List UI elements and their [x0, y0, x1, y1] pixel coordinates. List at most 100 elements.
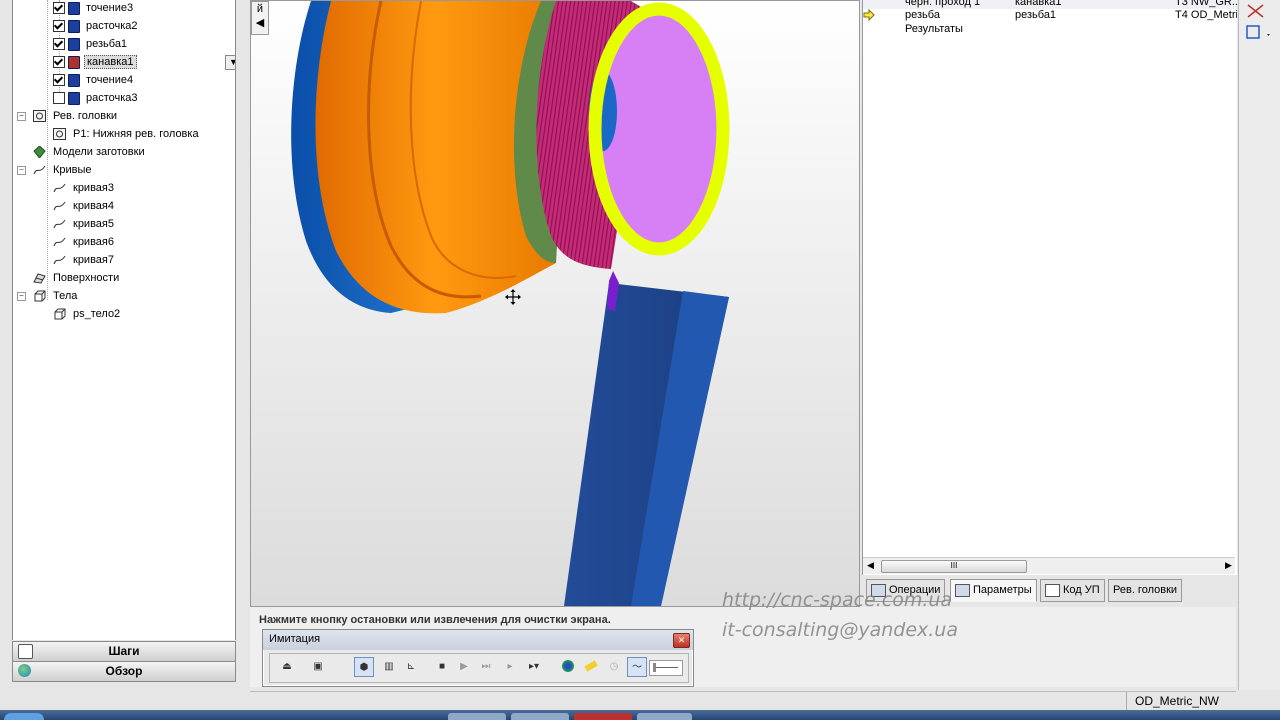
shaded-view-icon[interactable]: ⬢ [354, 657, 374, 677]
axis-tool-icon[interactable] [1245, 2, 1267, 20]
solid-body-icon [54, 308, 66, 320]
play-icon[interactable]: ▶ [454, 657, 474, 677]
collapse-toggle[interactable]: − [17, 112, 26, 121]
turning-op-icon [68, 73, 80, 87]
dialog-close-button[interactable]: ✕ [673, 633, 690, 648]
ops-list-row-current[interactable]: резьба резьба1 T4 OD_Metric [863, 8, 1237, 22]
tab-parameters[interactable]: Параметры [950, 579, 1037, 602]
operations-list-panel: черн. проход 1 канавка1 T3 NW_GR... резь… [862, 0, 1237, 575]
checkbox[interactable] [53, 74, 65, 87]
boring-op-icon [68, 19, 80, 33]
tab-nc-code[interactable]: Код УП [1040, 579, 1105, 602]
horizontal-scrollbar[interactable]: ◀ III ▶ [863, 557, 1235, 574]
taskbar-item[interactable] [574, 713, 632, 720]
step-mode-dropdown-icon[interactable]: ▸▾ [524, 657, 544, 677]
right-toolbar [1238, 0, 1280, 690]
fast-forward-icon[interactable]: ⏭ [476, 657, 496, 677]
tree-op-item[interactable]: расточка3 [53, 89, 140, 107]
speed-slider[interactable] [649, 660, 683, 676]
taskbar-item[interactable] [448, 713, 506, 720]
simulation-dialog: Имитация ✕ ⏏ ▣ ⬢ ▥ ⊾ ■ ▶ ⏭ ▸ ▸▾ ◷ 〜 [262, 629, 694, 687]
selection-tool-icon[interactable] [1245, 22, 1273, 42]
slider-thumb[interactable] [653, 663, 656, 672]
tree-op-item-selected[interactable]: канавка1 [53, 53, 137, 71]
status-bar: OD_Metric_NW [250, 691, 1236, 710]
move-cursor-icon [505, 289, 521, 305]
machining-simulation-render [291, 1, 730, 606]
scroll-left-icon[interactable]: ◀ [867, 560, 874, 571]
axes-icon[interactable]: ⊾ [401, 657, 421, 677]
collapse-toggle[interactable]: − [17, 292, 26, 301]
current-arrow-icon [863, 9, 875, 21]
curve-icon [53, 255, 66, 265]
tree-curve-item[interactable]: кривая3 [53, 179, 116, 197]
dialog-titlebar[interactable]: Имитация ✕ [263, 630, 693, 650]
surface-icon [33, 273, 46, 284]
eraser-icon[interactable] [581, 657, 601, 677]
turning-op-icon [68, 1, 80, 15]
stop-icon[interactable]: ■ [432, 657, 452, 677]
tree-node-stock[interactable]: Модели заготовки [33, 143, 147, 161]
eject-icon[interactable]: ⏏ [277, 657, 297, 677]
steps-icon [18, 644, 33, 659]
save-icon[interactable]: ▣ [308, 657, 328, 677]
thread-op-icon [68, 37, 80, 51]
taskbar-item[interactable] [511, 713, 569, 720]
checkbox[interactable] [53, 2, 65, 15]
nc-code-tab-icon [1045, 583, 1060, 597]
toolpath-icon[interactable]: ▥ [379, 657, 399, 677]
turret-icon [33, 110, 46, 123]
start-button[interactable] [4, 713, 44, 720]
steps-button[interactable]: Шаги [12, 641, 236, 662]
curve-icon [53, 201, 66, 211]
dropdown-button[interactable]: ▼ [225, 55, 235, 70]
tree-op-item[interactable]: резьба1 [53, 35, 129, 53]
tab-turrets[interactable]: Рев. головки [1108, 579, 1183, 602]
tree-curve-item[interactable]: кривая6 [53, 233, 116, 251]
tree-curve-item[interactable]: кривая5 [53, 215, 116, 233]
slider-track [653, 667, 678, 668]
curve-icon [53, 219, 66, 229]
tree-body-item[interactable]: ps_тело2 [53, 305, 122, 323]
tree-op-item[interactable]: расточка2 [53, 17, 140, 35]
tree-node-surfaces[interactable]: Поверхности [33, 269, 121, 287]
ops-list-row[interactable]: Результаты [863, 22, 1237, 36]
solid-body-icon [34, 290, 46, 302]
boring-op-icon [68, 91, 80, 105]
feature-tree-panel: точение3 расточка2 резьба1 канавка1 ▼ то… [12, 0, 236, 640]
turret-icon [53, 128, 66, 141]
curve-icon [53, 237, 66, 247]
checkbox[interactable] [53, 92, 65, 105]
collapse-toggle[interactable]: − [17, 166, 26, 175]
stock-model-icon [33, 146, 46, 159]
taskbar-item[interactable] [637, 713, 692, 720]
step-icon[interactable]: ▸ [500, 657, 520, 677]
scroll-right-icon[interactable]: ▶ [1225, 560, 1232, 571]
status-message: Нажмите кнопку остановки или извлечения … [259, 614, 611, 626]
tree-node-curves[interactable]: Кривые [33, 161, 94, 179]
tree-curve-item[interactable]: кривая4 [53, 197, 116, 215]
parameters-tab-icon [955, 583, 970, 597]
3d-viewport[interactable]: й ◀ [250, 0, 860, 607]
tree-node-bodies[interactable]: Тела [33, 287, 79, 305]
clock-icon[interactable]: ◷ [604, 657, 624, 677]
graph-icon[interactable]: 〜 [627, 657, 647, 677]
status-tool-name: OD_Metric_NW [1126, 692, 1245, 710]
color-ball-icon[interactable] [558, 657, 578, 677]
overview-button[interactable]: Обзор [12, 661, 236, 682]
checkbox[interactable] [53, 38, 65, 51]
curve-icon [33, 165, 46, 175]
tree-op-item[interactable]: точение3 [53, 0, 135, 17]
tree-op-item[interactable]: точение4 [53, 71, 135, 89]
tree-curve-item[interactable]: кривая7 [53, 251, 116, 269]
tree-node-turrets[interactable]: Рев. головки [33, 107, 119, 125]
watermark-url: http://cnc-space.com.ua [722, 589, 953, 611]
watermark-email: it-consalting@yandex.ua [722, 619, 958, 641]
checkbox[interactable] [53, 56, 65, 69]
tree-turret-item[interactable]: P1: Нижняя рев. головка [53, 125, 201, 143]
globe-icon [18, 664, 31, 677]
checkbox[interactable] [53, 20, 65, 33]
groove-op-icon [68, 55, 80, 69]
curve-icon [53, 183, 66, 193]
scrollbar-thumb[interactable]: III [881, 560, 1027, 573]
